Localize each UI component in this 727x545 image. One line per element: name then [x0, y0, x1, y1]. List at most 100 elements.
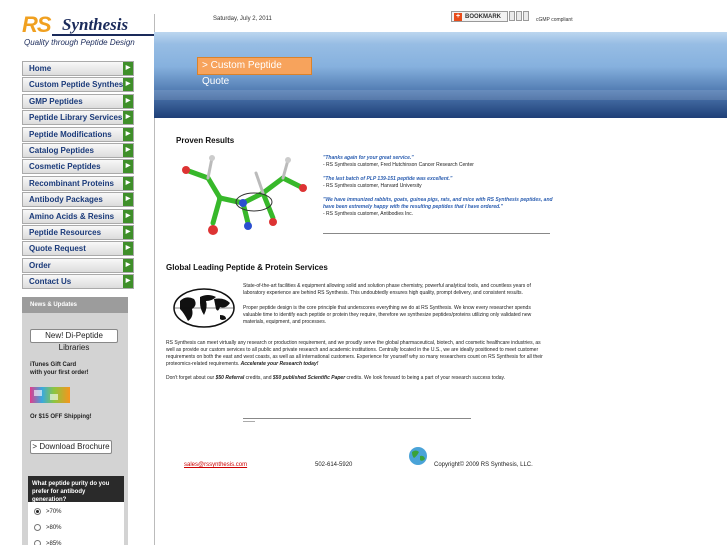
accelerate-highlight: Accelerate your Research today! — [239, 361, 319, 367]
testimonial-quote: "We have immunized rabbits, goats, guine… — [323, 197, 553, 210]
nav-item-label: Home — [29, 64, 52, 73]
itunes-line-2: with your first order! — [30, 370, 89, 376]
download-brochure-button[interactable]: > Download Brochure — [30, 440, 112, 454]
nav-item-label: GMP Peptides — [29, 96, 83, 106]
share-icon[interactable] — [516, 11, 522, 21]
logo-tagline: Quality through Peptide Design — [24, 38, 135, 47]
nav-item-amino-acids-resins[interactable]: Amino Acids & Resins ▶ — [22, 208, 134, 224]
global-section-title: Global Leading Peptide & Protein Service… — [166, 263, 328, 272]
testimonial-quote: "The last batch of PLP 139-151 peptide w… — [323, 176, 453, 182]
arrow-right-icon: ▶ — [123, 94, 133, 108]
nav-item-label: Recombinant Proteins — [29, 178, 114, 188]
arrow-right-icon: ▶ — [123, 143, 133, 157]
header-banner — [154, 32, 727, 118]
testimonial-quote: "Thanks again for your great service." — [323, 155, 414, 161]
bookmark-button[interactable]: + BOOKMARK — [451, 11, 508, 22]
divider-mark — [243, 421, 255, 422]
paper-credit-link[interactable]: $50 published Scientific Paper — [273, 375, 345, 381]
arrow-right-icon: ▶ — [123, 242, 133, 256]
share-icons[interactable] — [509, 11, 529, 22]
body-paragraph-2: Don't forget about our $50 Referral cred… — [166, 375, 546, 382]
sales-email-link[interactable]: sales@rssynthesis.com — [184, 462, 247, 468]
testimonials: "Thanks again for your great service." - … — [323, 155, 553, 225]
body-2-text: credits, and — [244, 375, 273, 381]
nav-item-peptide-modifications[interactable]: Peptide Modifications ▶ — [22, 126, 134, 142]
nav-item-antibody-packages[interactable]: Antibody Packages ▶ — [22, 192, 134, 208]
bookmark-label: BOOKMARK — [465, 13, 501, 20]
poll-option[interactable]: >85% — [34, 540, 62, 545]
nav-item-label: Amino Acids & Resins — [29, 211, 115, 221]
arrow-right-icon: ▶ — [123, 275, 133, 289]
divider — [243, 418, 471, 419]
arrow-right-icon: ▶ — [123, 78, 133, 92]
custom-peptide-quote-button[interactable]: > Custom Peptide Quote — [197, 57, 312, 87]
nav-item-label: Antibody Packages — [29, 195, 103, 205]
nav-item-peptide-resources[interactable]: Peptide Resources ▶ — [22, 224, 134, 240]
referral-credit-link[interactable]: $50 Referral — [216, 375, 245, 381]
nav-item-label: Peptide Library Services — [29, 113, 123, 123]
nav-item-home[interactable]: Home ▶ — [22, 61, 134, 76]
body-paragraph-1-text: RS Synthesis can meet virtually any rese… — [166, 340, 543, 367]
arrow-right-icon: ▶ — [123, 176, 133, 190]
body-2-text: credits. We look forward to being a part… — [345, 375, 506, 381]
nav-item-peptide-library-services[interactable]: Peptide Library Services ▶ — [22, 110, 134, 126]
nav-item-cosmetic-peptides[interactable]: Cosmetic Peptides ▶ — [22, 159, 134, 175]
molecule-image — [182, 155, 307, 235]
testimonial-author: - RS Synthesis customer, Antibodies Inc. — [323, 211, 414, 217]
nav-item-gmp-peptides[interactable]: GMP Peptides ▶ — [22, 93, 134, 109]
share-icon[interactable] — [523, 11, 529, 21]
arrow-right-icon: ▶ — [123, 160, 133, 174]
nav-item-label: Peptide Resources — [29, 227, 102, 237]
itunes-line-1: iTunes Gift Card — [30, 362, 77, 368]
intro-paragraph-1: State-of-the-art facilities & equipment … — [243, 283, 531, 296]
purity-poll: What peptide purity do you prefer for an… — [28, 476, 124, 545]
nav-item-order[interactable]: Order ▶ — [22, 257, 134, 273]
nav-item-label: Contact Us — [29, 277, 72, 287]
current-date: Saturday, July 2, 2011 — [213, 16, 272, 22]
nav-item-custom-peptide-synthesis[interactable]: Custom Peptide Synthesis ▶ — [22, 77, 134, 93]
nav-item-label: Custom Peptide Synthesis — [29, 80, 130, 90]
radio-button[interactable] — [34, 540, 41, 545]
nav-item-label: Quote Request — [29, 244, 86, 254]
nav-item-label: Cosmetic Peptides — [29, 162, 101, 172]
di-peptide-libraries-button[interactable]: New! Di-Peptide Libraries — [30, 329, 118, 352]
arrow-right-icon: ▶ — [123, 209, 133, 223]
banner-stripe — [154, 90, 727, 100]
poll-option-label: >85% — [46, 540, 62, 545]
nav-item-quote-request[interactable]: Quote Request ▶ — [22, 241, 134, 257]
share-icon[interactable] — [509, 11, 515, 21]
copyright: Copyright© 2009 RS Synthesis, LLC. — [434, 462, 533, 468]
news-heading: News & Updates — [22, 297, 128, 313]
nav-item-recombinant-proteins[interactable]: Recombinant Proteins ▶ — [22, 175, 134, 191]
intro-paragraph-2: Proper peptide design is the core princi… — [243, 305, 532, 325]
proven-results-title: Proven Results — [176, 136, 235, 145]
itunes-card-image[interactable] — [30, 387, 70, 403]
nav-item-label: Order — [29, 260, 51, 270]
body-paragraph-1: RS Synthesis can meet virtually any rese… — [166, 340, 546, 368]
body-2-text: Don't forget about our — [166, 375, 216, 381]
shipping-offer: Or $15 OFF Shipping! — [30, 414, 92, 420]
poll-option-label: >80% — [46, 524, 62, 531]
main-nav: Home ▶ Custom Peptide Synthesis ▶ GMP Peptid… — [22, 61, 134, 290]
poll-option[interactable]: >70% — [34, 508, 62, 515]
arrow-right-icon: ▶ — [123, 127, 133, 141]
nav-item-contact-us[interactable]: Contact Us ▶ — [22, 274, 134, 290]
nav-item-catalog-peptides[interactable]: Catalog Peptides ▶ — [22, 142, 134, 158]
nav-item-label: Catalog Peptides — [29, 145, 94, 155]
testimonial-author: - RS Synthesis customer, Fred Hutchinson… — [323, 162, 474, 168]
radio-button[interactable] — [34, 508, 41, 515]
nav-item-label: Peptide Modifications — [29, 129, 112, 139]
arrow-right-icon: ▶ — [123, 111, 133, 125]
poll-option[interactable]: >80% — [34, 524, 62, 531]
world-map-icon — [173, 288, 235, 328]
radio-button[interactable] — [34, 524, 41, 531]
logo[interactable]: RS Synthesis Quality through Peptide Des… — [22, 12, 172, 47]
arrow-right-icon: ▶ — [123, 193, 133, 207]
plus-icon: + — [454, 12, 462, 21]
arrow-right-icon: ▶ — [123, 258, 133, 272]
cgmp-note: cGMP compliant — [536, 17, 573, 23]
logo-rs: RS — [22, 12, 52, 37]
poll-option-label: >70% — [46, 508, 62, 515]
logo-synthesis: Synthesis — [62, 15, 129, 34]
globe-icon — [409, 447, 427, 465]
